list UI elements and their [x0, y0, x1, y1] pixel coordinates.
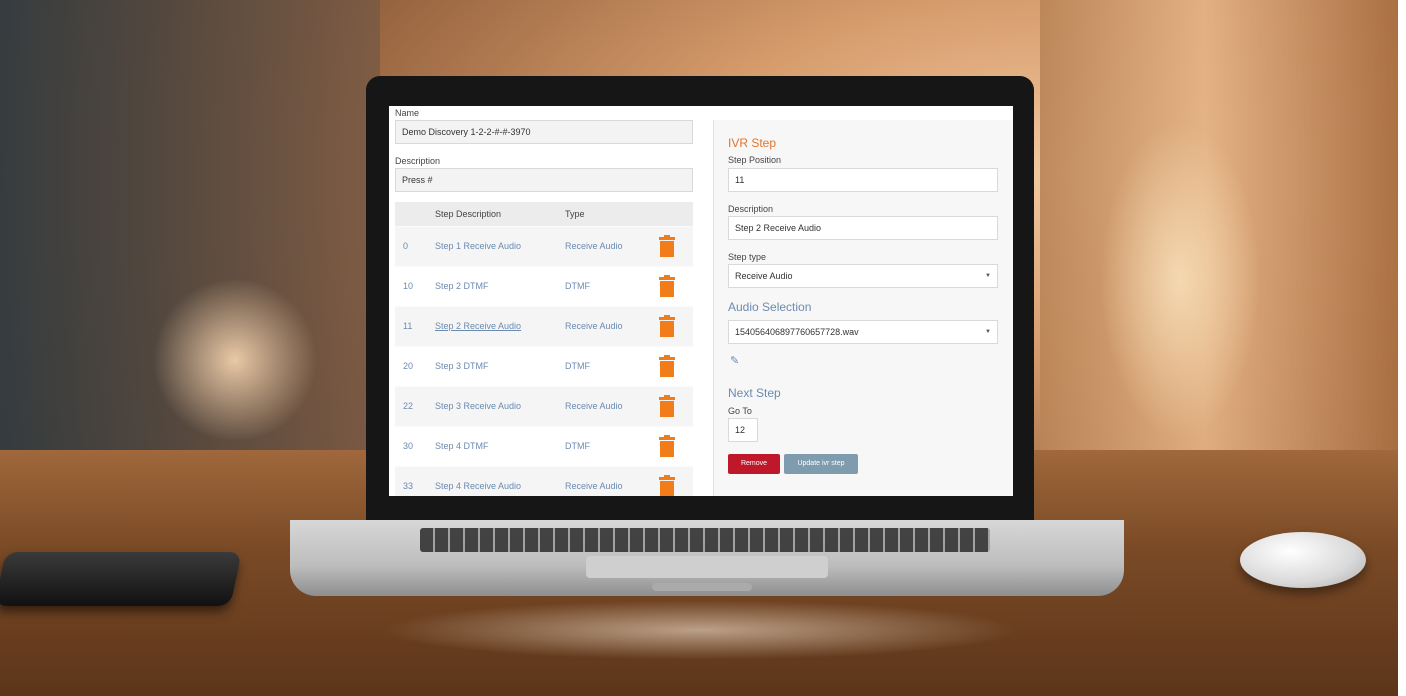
- step-description-link[interactable]: Step 3 Receive Audio: [435, 387, 521, 426]
- table-row[interactable]: 30 Step 4 DTMF DTMF: [395, 426, 693, 466]
- go-to-input[interactable]: 12: [728, 418, 758, 442]
- trash-icon[interactable]: [659, 355, 675, 377]
- table-header: Step Description Type: [395, 202, 693, 226]
- step-description-link[interactable]: Step 4 DTMF: [435, 427, 489, 466]
- column-type: Type: [565, 209, 585, 219]
- update-ivr-step-button[interactable]: Update ivr step: [784, 454, 858, 474]
- table-row[interactable]: 20 Step 3 DTMF DTMF: [395, 346, 693, 386]
- description-label: Description: [728, 204, 774, 214]
- laptop-hinge: [652, 583, 752, 591]
- ivr-step-panel: IVR Step Step Position 11 Description St…: [713, 120, 1013, 496]
- edit-icon[interactable]: ✎: [730, 354, 739, 367]
- ivr-form-panel: Name Demo Discovery 1-2-2-#-#-3970 Descr…: [389, 106, 699, 496]
- step-type: Receive Audio: [565, 241, 623, 251]
- step-type: Receive Audio: [565, 481, 623, 491]
- go-to-label: Go To: [728, 406, 752, 416]
- steps-table: Step Description Type 0 Step 1 Receive A…: [395, 202, 693, 496]
- step-description-link[interactable]: Step 3 DTMF: [435, 347, 489, 386]
- trash-icon[interactable]: [659, 475, 675, 496]
- step-position-label: Step Position: [728, 155, 782, 165]
- ivr-step-title: IVR Step: [728, 136, 777, 150]
- smartphone: [0, 552, 242, 606]
- step-type-value: Receive Audio: [735, 271, 793, 281]
- table-row[interactable]: 11 Step 2 Receive Audio Receive Audio: [395, 306, 693, 346]
- step-position-input[interactable]: 11: [728, 168, 998, 192]
- remove-button[interactable]: Remove: [728, 454, 780, 474]
- step-type: DTMF: [565, 281, 590, 291]
- laptop-trackpad: [586, 556, 828, 578]
- background-light-right: [1100, 120, 1260, 440]
- step-position: 10: [403, 281, 414, 291]
- step-position: 11: [403, 321, 413, 331]
- chevron-down-icon: ▼: [985, 273, 991, 279]
- name-label: Name: [395, 108, 420, 118]
- name-input[interactable]: Demo Discovery 1-2-2-#-#-3970: [395, 120, 693, 144]
- description-input[interactable]: Press #: [395, 168, 693, 192]
- step-type: DTMF: [565, 441, 590, 451]
- laptop-keyboard: [420, 528, 990, 552]
- column-step-description: Step Description: [435, 209, 502, 219]
- audio-selection-title: Audio Selection: [728, 300, 812, 314]
- step-type-label: Step type: [728, 252, 767, 262]
- step-type: Receive Audio: [565, 401, 623, 411]
- trash-icon[interactable]: [659, 275, 675, 297]
- step-type-select[interactable]: Receive Audio ▼: [728, 264, 998, 288]
- step-description-link[interactable]: Step 2 DTMF: [435, 267, 489, 306]
- page-edge: [1398, 0, 1406, 696]
- table-row[interactable]: 10 Step 2 DTMF DTMF: [395, 266, 693, 306]
- step-position: 22: [403, 401, 414, 411]
- table-row[interactable]: 0 Step 1 Receive Audio Receive Audio: [395, 226, 693, 266]
- step-description-link-selected[interactable]: Step 2 Receive Audio: [435, 307, 521, 346]
- trash-icon[interactable]: [659, 435, 675, 457]
- table-row[interactable]: 22 Step 3 Receive Audio Receive Audio: [395, 386, 693, 426]
- audio-selection-select[interactable]: 15405640689776065772​8.wav ▼: [728, 320, 998, 344]
- background-light-left: [150, 280, 320, 440]
- step-type: Receive Audio: [565, 321, 623, 331]
- trash-icon[interactable]: [659, 235, 675, 257]
- chevron-down-icon: ▼: [985, 329, 991, 335]
- step-position: 20: [403, 361, 414, 371]
- table-row[interactable]: 33 Step 4 Receive Audio Receive Audio: [395, 466, 693, 496]
- step-description-input[interactable]: Step 2 Receive Audio: [728, 216, 998, 240]
- audio-selection-value: 15405640689776065772​8.wav: [735, 327, 859, 337]
- computer-mouse: [1240, 532, 1366, 588]
- next-step-title: Next Step: [728, 386, 781, 400]
- step-position: 33: [403, 481, 414, 491]
- trash-icon[interactable]: [659, 395, 675, 417]
- table-reflection: [380, 600, 1020, 660]
- trash-icon[interactable]: [659, 315, 675, 337]
- step-type: DTMF: [565, 361, 590, 371]
- step-position: 30: [403, 441, 414, 451]
- laptop-screen: Name Demo Discovery 1-2-2-#-#-3970 Descr…: [389, 106, 1013, 496]
- step-description-link[interactable]: Step 1 Receive Audio: [435, 227, 521, 266]
- description-label: Description: [395, 156, 441, 166]
- step-description-link[interactable]: Step 4 Receive Audio: [435, 467, 521, 496]
- step-position: 0: [403, 241, 409, 251]
